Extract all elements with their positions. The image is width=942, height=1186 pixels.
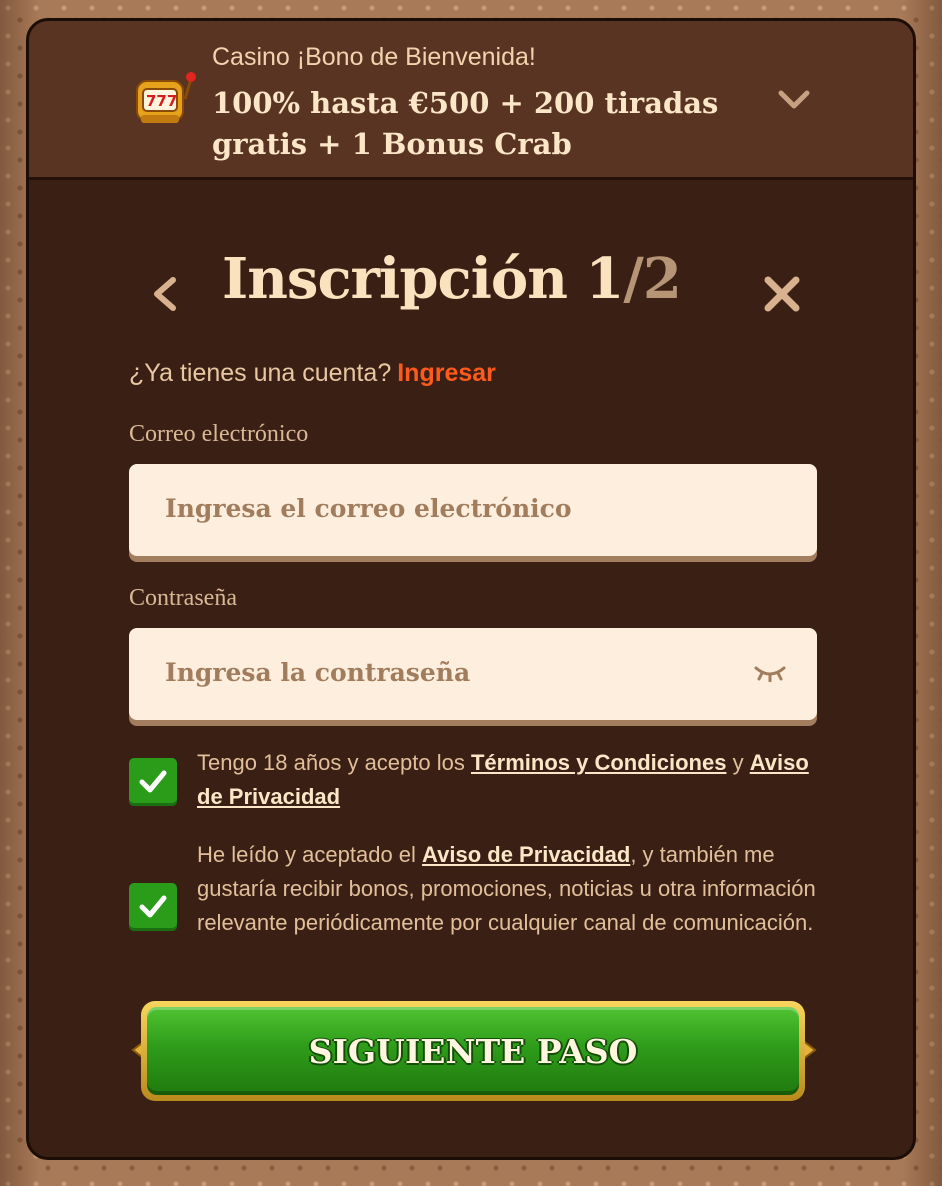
login-question: ¿Ya tienes una cuenta? xyxy=(129,359,392,387)
terms-checkbox[interactable] xyxy=(129,758,177,806)
next-step-button-wrap: SIGUIENTE PASO xyxy=(129,997,819,1109)
promo-title: 100% hasta €500 + 200 tiradas gratis + 1… xyxy=(212,86,719,161)
marketing-text: He leído y aceptado el Aviso de Privacid… xyxy=(197,838,817,940)
registration-modal: 777 Casino ¡Bono de Bienvenida! 100% has… xyxy=(26,18,916,1160)
marketing-checkbox[interactable] xyxy=(129,883,177,931)
promo-subtitle: Casino ¡Bono de Bienvenida! xyxy=(212,43,536,71)
terms-text-middle: y xyxy=(726,750,750,775)
page-title: Inscripción 1/2 xyxy=(222,246,682,312)
terms-link[interactable]: Términos y Condiciones xyxy=(471,750,727,775)
marketing-consent: He leído y aceptado el Aviso de Privacid… xyxy=(129,838,819,978)
password-field xyxy=(129,628,817,720)
login-prompt: ¿Ya tienes una cuenta? Ingresar xyxy=(129,359,496,388)
password-label: Contraseña xyxy=(129,585,237,611)
email-field xyxy=(129,464,817,556)
checkmark-icon xyxy=(139,895,167,918)
slot-machine-icon: 777 xyxy=(136,72,196,123)
modal-header: Inscripción 1/2 xyxy=(29,246,913,326)
back-arrow-icon[interactable] xyxy=(149,274,179,314)
svg-text:777: 777 xyxy=(146,92,177,110)
next-step-label: SIGUIENTE PASO xyxy=(147,1007,799,1095)
next-step-button[interactable]: SIGUIENTE PASO xyxy=(141,1001,805,1101)
close-icon[interactable] xyxy=(762,274,802,314)
privacy-link-2[interactable]: Aviso de Privacidad xyxy=(422,842,630,867)
password-input[interactable] xyxy=(163,628,727,716)
email-label: Correo electrónico xyxy=(129,421,309,447)
checkmark-icon xyxy=(139,770,167,793)
marketing-text-before: He leído y aceptado el xyxy=(197,842,423,867)
welcome-bonus-banner[interactable]: 777 Casino ¡Bono de Bienvenida! 100% has… xyxy=(29,21,913,180)
terms-consent: Tengo 18 años y acepto los Términos y Co… xyxy=(129,746,819,818)
email-input[interactable] xyxy=(163,464,727,552)
title-text: Inscripción 1 xyxy=(222,246,624,312)
step-total: /2 xyxy=(623,246,681,312)
terms-text: Tengo 18 años y acepto los Términos y Co… xyxy=(197,746,817,814)
eye-closed-icon[interactable] xyxy=(753,662,787,682)
login-link[interactable]: Ingresar xyxy=(397,359,496,387)
terms-text-before: Tengo 18 años y acepto los xyxy=(197,750,471,775)
chevron-down-icon[interactable] xyxy=(777,89,811,111)
